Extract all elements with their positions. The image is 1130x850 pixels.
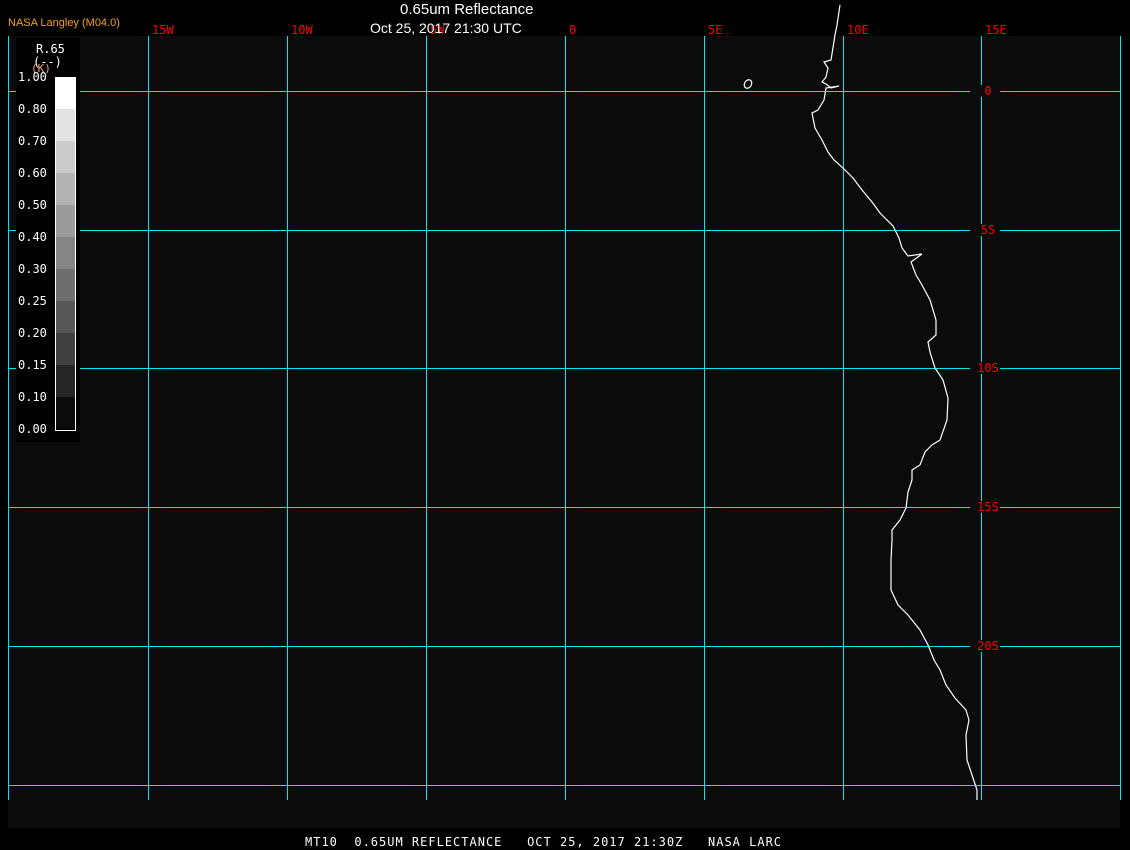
longitude-label: 15E <box>985 23 1007 37</box>
organization-label: NASA Langley (M04.0) <box>8 17 120 29</box>
colorbar-tick-label: 0.60 <box>18 166 47 180</box>
satellite-map: 15W 10W 5W 0 5E 10E 15E05S10S15S20S <box>8 4 1121 828</box>
colorbar-tick-label: 0.00 <box>18 422 47 436</box>
colorbar-frame <box>55 77 76 431</box>
latitude-label: 5S <box>981 223 995 237</box>
footer-caption: MT10 0.65UM REFLECTANCE OCT 25, 2017 21:… <box>305 835 783 849</box>
colorbar-tick-label: 0.20 <box>18 326 47 340</box>
colorbar-tick-label: 1.00 <box>18 70 47 84</box>
map-datetime: Oct 25, 2017 21:30 UTC <box>370 20 522 36</box>
latitude-label: 20S <box>977 639 999 653</box>
map-background <box>8 36 1120 828</box>
colorbar-tick-label: 0.80 <box>18 102 47 116</box>
colorbar-tick-label: 0.30 <box>18 262 47 276</box>
longitude-label: 5E <box>708 23 722 37</box>
colorbar-tick-label: 0.10 <box>18 390 47 404</box>
colorbar-tick-label: 0.70 <box>18 134 47 148</box>
latitude-label: 0 <box>984 84 991 98</box>
longitude-label: 10W <box>291 23 313 37</box>
colorbar-tick-label: 0.40 <box>18 230 47 244</box>
colorbar-tick-label: 0.50 <box>18 198 47 212</box>
longitude-label: 10E <box>847 23 869 37</box>
colorbar-tick-label: 0.15 <box>18 358 47 372</box>
colorbar-tick-label: 0.25 <box>18 294 47 308</box>
latitude-label: 10S <box>977 361 999 375</box>
colorbar-name: R.65 <box>36 42 65 56</box>
latitude-label: 15S <box>977 500 999 514</box>
longitude-label: 15W <box>152 23 174 37</box>
longitude-label: 0 <box>569 23 576 37</box>
map-title: 0.65um Reflectance <box>400 1 534 18</box>
